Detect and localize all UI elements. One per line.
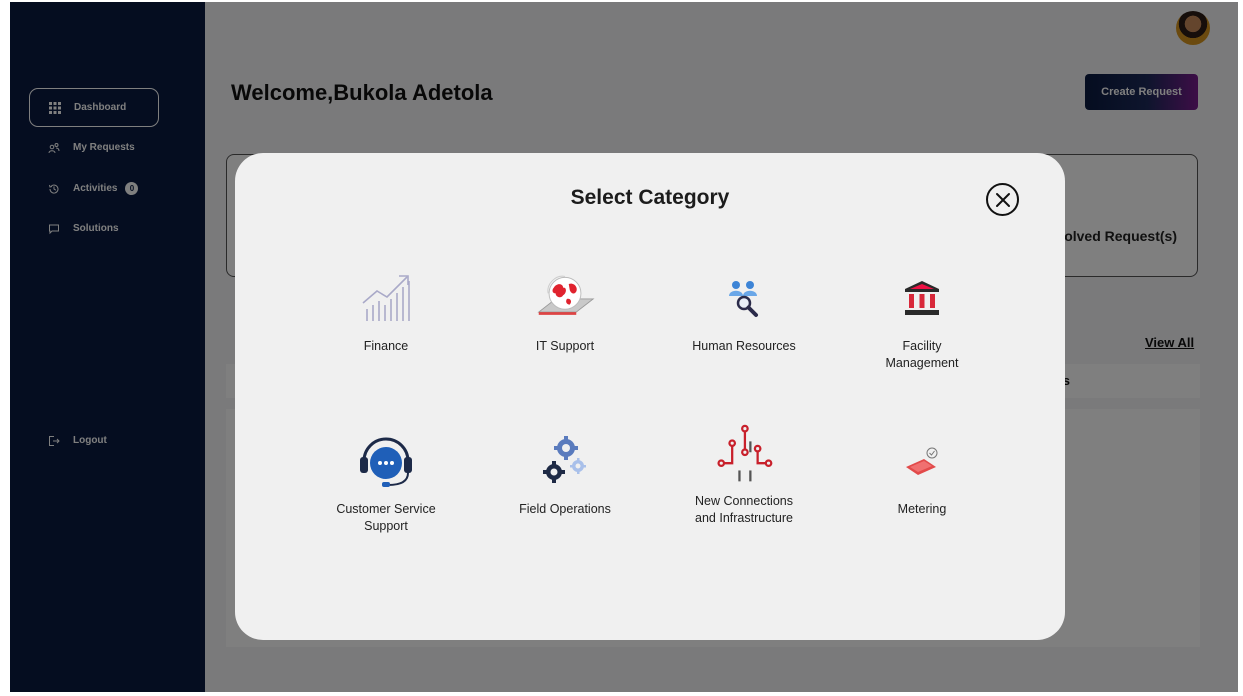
category-finance[interactable]: Finance (311, 268, 461, 355)
gears-icon (535, 431, 595, 491)
category-field-operations[interactable]: Field Operations (490, 431, 640, 518)
category-metering[interactable]: Metering (847, 431, 997, 518)
category-label: Field Operations (519, 502, 611, 516)
category-it-support[interactable]: IT Support (490, 268, 640, 355)
modal-title: Select Category (570, 186, 730, 209)
select-category-modal: Select Category Finance IT Support Human… (235, 153, 1065, 640)
category-label: Metering (897, 502, 947, 516)
category-label: Facility Management (885, 339, 959, 370)
category-label: Customer Service Support (336, 502, 436, 533)
close-button[interactable] (986, 183, 1019, 216)
category-facility-management[interactable]: Facility Management (847, 268, 997, 372)
human-resources-icon (714, 268, 774, 328)
facility-bank-icon (892, 268, 952, 328)
circuit-icon (714, 419, 774, 491)
category-human-resources[interactable]: Human Resources (669, 268, 819, 355)
finance-chart-icon (356, 268, 416, 328)
category-label: Finance (363, 339, 409, 353)
headset-icon (356, 431, 416, 491)
category-customer-service-support[interactable]: Customer Service Support (311, 431, 461, 535)
category-label: Human Resources (692, 339, 796, 353)
meter-card-icon (892, 431, 952, 491)
it-support-globe-icon (535, 268, 595, 328)
category-new-connections[interactable]: New Connections and Infrastructure (669, 419, 819, 527)
close-icon (995, 192, 1010, 207)
category-label: New Connections and Infrastructure (695, 494, 793, 525)
category-label: IT Support (535, 339, 595, 353)
